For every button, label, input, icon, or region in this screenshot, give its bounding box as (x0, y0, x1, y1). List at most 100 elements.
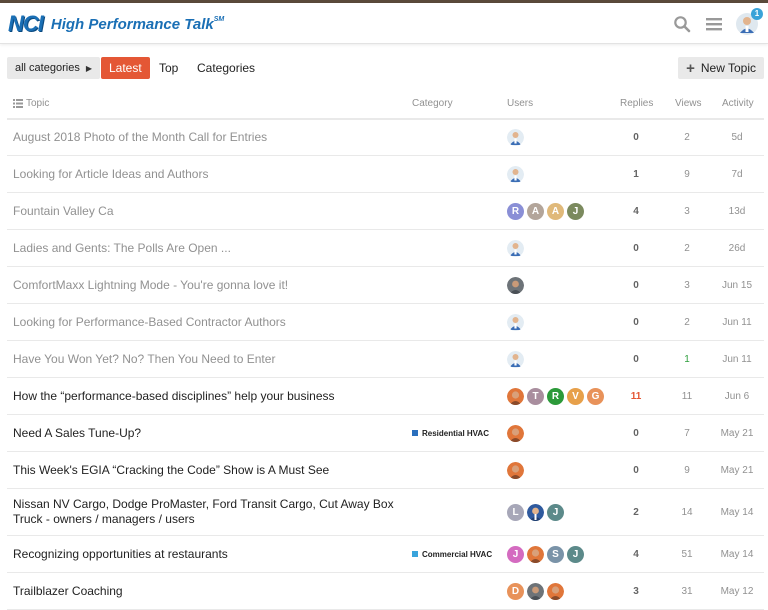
user-avatar[interactable] (507, 165, 524, 183)
topic-title-link[interactable]: Nissan NV Cargo, Dodge ProMaster, Ford T… (13, 489, 408, 535)
hamburger-menu-icon[interactable] (704, 14, 724, 34)
topic-replies[interactable]: 0 (607, 415, 665, 451)
topic-category (412, 230, 507, 266)
user-avatar[interactable] (547, 582, 564, 600)
topic-row[interactable]: This Week's EGIA “Cracking the Code” Sho… (7, 452, 764, 489)
topic-replies[interactable]: 0 (607, 120, 665, 155)
topic-replies[interactable]: 3 (607, 573, 665, 609)
topic-row[interactable]: Looking for Performance-Based Contractor… (7, 304, 764, 341)
topic-activity[interactable]: Jun 6 (712, 378, 762, 414)
topic-row[interactable]: Ladies and Gents: The Polls Are Open ...… (7, 230, 764, 267)
user-avatar[interactable] (507, 129, 524, 146)
user-avatar[interactable] (507, 276, 524, 294)
user-avatar[interactable] (507, 239, 524, 257)
topic-replies[interactable]: 1 (607, 156, 665, 192)
topic-title-link[interactable]: August 2018 Photo of the Month Call for … (13, 120, 408, 155)
topic-activity[interactable]: 26d (712, 230, 762, 266)
topic-activity[interactable]: 5d (712, 120, 762, 155)
topic-activity[interactable]: Jun 15 (712, 267, 762, 303)
user-avatar[interactable]: J (567, 545, 584, 563)
topic-activity[interactable]: May 14 (712, 489, 762, 535)
topic-activity[interactable]: 13d (712, 193, 762, 229)
topic-row[interactable]: Have You Won Yet? No? Then You Need to E… (7, 341, 764, 378)
search-icon[interactable] (672, 14, 692, 34)
topic-activity[interactable]: 7d (712, 156, 762, 192)
topic-title-link[interactable]: This Week's EGIA “Cracking the Code” Sho… (13, 452, 408, 488)
user-avatar[interactable]: V (567, 387, 584, 405)
topic-title-link[interactable]: Trailblazer Coaching (13, 573, 408, 609)
topic-title-link[interactable]: Have You Won Yet? No? Then You Need to E… (13, 341, 408, 377)
topic-title-link[interactable]: Fountain Valley Ca (13, 193, 408, 229)
topic-replies[interactable]: 0 (607, 341, 665, 377)
topic-activity[interactable]: May 21 (712, 452, 762, 488)
new-topic-button[interactable]: + New Topic (678, 57, 764, 79)
topic-replies[interactable]: 11 (607, 378, 665, 414)
user-avatar[interactable]: D (507, 582, 524, 600)
topic-row[interactable]: Nissan NV Cargo, Dodge ProMaster, Ford T… (7, 489, 764, 536)
topic-replies[interactable]: 0 (607, 452, 665, 488)
topic-activity[interactable]: Jun 11 (712, 304, 762, 340)
topic-title-link[interactable]: Looking for Article Ideas and Authors (13, 156, 408, 192)
topic-replies[interactable]: 4 (607, 193, 665, 229)
topic-row[interactable]: Fountain Valley Ca R A A J 4 3 13d (7, 193, 764, 230)
topic-activity[interactable]: May 12 (712, 573, 762, 609)
topic-row[interactable]: Recognizing opportunities at restaurants… (7, 536, 764, 573)
topic-row[interactable]: Looking for Article Ideas and Authors 1 9 7… (7, 156, 764, 193)
user-avatar[interactable] (507, 387, 524, 405)
topic-replies[interactable]: 2 (607, 489, 665, 535)
topic-row[interactable]: Need A Sales Tune-Up? Residential HVAC 0 7 M… (7, 415, 764, 452)
column-views[interactable]: Views (675, 98, 702, 109)
user-avatar[interactable] (507, 424, 524, 442)
topic-title-link[interactable]: Need A Sales Tune-Up? (13, 415, 408, 451)
topic-category[interactable]: Residential HVAC (412, 415, 507, 451)
topic-row[interactable]: Trailblazer Coaching D 3 31 May 12 (7, 573, 764, 610)
user-avatar[interactable] (527, 545, 544, 563)
topic-replies[interactable]: 0 (607, 230, 665, 266)
user-avatar[interactable]: J (547, 503, 564, 521)
user-avatar[interactable]: J (507, 545, 524, 563)
topic-title-link[interactable]: Ladies and Gents: The Polls Are Open ... (13, 230, 408, 266)
topic-replies[interactable]: 4 (607, 536, 665, 572)
topic-row[interactable]: ComfortMaxx Lightning Mode - You're gonn… (7, 267, 764, 304)
topic-row[interactable]: August 2018 Photo of the Month Call for … (7, 120, 764, 156)
column-replies[interactable]: Replies (620, 98, 653, 109)
user-avatar[interactable]: J (567, 202, 584, 220)
topic-users: TRVG (507, 378, 617, 414)
topic-activity[interactable]: May 21 (712, 415, 762, 451)
column-users: Users (507, 98, 534, 109)
user-avatar[interactable]: A (527, 202, 544, 220)
column-topic[interactable]: Topic (13, 98, 49, 109)
topic-category[interactable]: Commercial HVAC (412, 536, 507, 572)
topic-title-link[interactable]: Looking for Performance-Based Contractor… (13, 304, 408, 340)
user-avatar[interactable]: 1 (736, 8, 763, 35)
site-logo[interactable]: NCI High Performance TalkSM (8, 11, 224, 37)
tab-categories[interactable]: Categories (189, 57, 263, 79)
user-avatar[interactable]: G (587, 387, 604, 405)
user-avatar[interactable] (527, 503, 544, 521)
user-avatar[interactable] (507, 313, 524, 331)
tab-top[interactable]: Top (151, 57, 186, 79)
topic-title-link[interactable]: ComfortMaxx Lightning Mode - You're gonn… (13, 267, 408, 303)
user-avatar[interactable] (507, 350, 524, 368)
user-avatar[interactable]: S (547, 545, 564, 563)
user-avatar[interactable]: A (547, 202, 564, 220)
column-activity[interactable]: Activity (722, 98, 754, 109)
topic-activity[interactable]: May 14 (712, 536, 762, 572)
topic-users: RAAJ (507, 193, 617, 229)
topic-replies[interactable]: 0 (607, 304, 665, 340)
topic-row[interactable]: How the “performance-based disciplines” … (7, 378, 764, 415)
user-avatar[interactable] (507, 461, 524, 479)
topic-title-link[interactable]: Recognizing opportunities at restaurants (13, 536, 408, 572)
user-avatar[interactable]: T (527, 387, 544, 405)
topic-replies[interactable]: 0 (607, 267, 665, 303)
user-avatar[interactable]: R (507, 202, 524, 220)
tab-latest[interactable]: Latest (101, 57, 150, 79)
new-topic-label: New Topic (700, 61, 756, 75)
topic-activity[interactable]: Jun 11 (712, 341, 762, 377)
user-avatar[interactable]: L (507, 503, 524, 521)
user-avatar[interactable] (527, 582, 544, 600)
topic-category (412, 304, 507, 340)
user-avatar[interactable]: R (547, 387, 564, 405)
topic-title-link[interactable]: How the “performance-based disciplines” … (13, 378, 408, 414)
category-dropdown[interactable]: all categories ▶ (7, 57, 100, 79)
